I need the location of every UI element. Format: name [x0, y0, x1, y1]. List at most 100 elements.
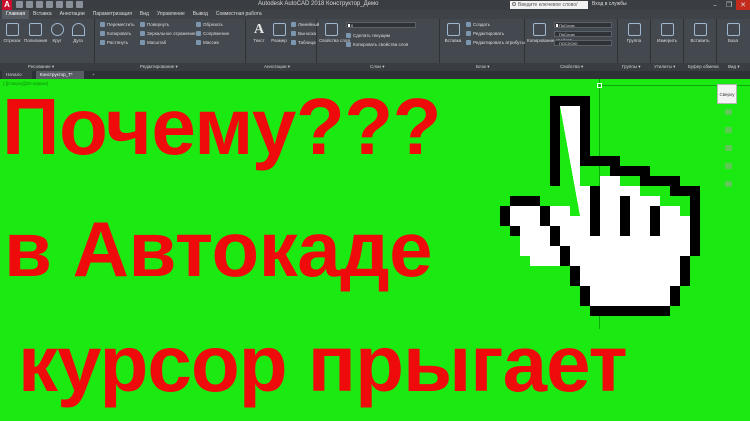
stretch-button[interactable]: Растянуть: [100, 39, 128, 46]
properties-panel-title[interactable]: Свойства ▾: [560, 63, 583, 71]
rotate-icon: [140, 22, 145, 27]
tab-home[interactable]: Главная: [2, 10, 30, 19]
undo-icon[interactable]: [66, 1, 73, 8]
move-icon: [100, 22, 105, 27]
view-panel-title[interactable]: Вид ▾: [728, 63, 740, 71]
measure-button[interactable]: Измерить: [656, 23, 678, 43]
measure-icon: [660, 23, 674, 36]
make-current-icon: [346, 33, 351, 38]
insert-block-icon: [446, 23, 460, 36]
tab-annotate[interactable]: Аннотации: [56, 10, 89, 19]
view-panel: База: [718, 19, 750, 63]
headline-line-3: курсор прыгает: [18, 319, 628, 408]
headline-line-2: в Автокаде: [4, 205, 433, 293]
tab-parametric[interactable]: Параметризация: [89, 10, 136, 19]
make-current-button[interactable]: Сделать текущим: [346, 32, 390, 39]
app-menu-button[interactable]: A: [2, 0, 12, 10]
layers-panel-title[interactable]: Слои ▾: [370, 63, 384, 71]
groups-panel-title[interactable]: Группы ▾: [622, 63, 641, 71]
ribbon-tabs: Главная Вставка Аннотации Параметризация…: [0, 10, 750, 19]
headline-line-1: Почему???: [2, 82, 441, 171]
base-view-button[interactable]: База: [722, 23, 744, 43]
edit-block-button[interactable]: Редактировать: [466, 30, 504, 37]
layer-dropdown[interactable]: 0: [346, 22, 416, 28]
search-input[interactable]: Введите ключевое слово/фразу: [510, 1, 588, 16]
trim-button[interactable]: Обрезать: [196, 21, 223, 28]
base-view-icon: [726, 23, 740, 36]
minimize-icon[interactable]: –: [708, 0, 722, 10]
paste-button[interactable]: Вставить: [689, 23, 711, 43]
draw-panel-title[interactable]: Рисование ▾: [28, 63, 54, 71]
mirror-button[interactable]: Зеркальное отражение: [140, 30, 196, 37]
redo-icon[interactable]: [76, 1, 83, 8]
fillet-button[interactable]: Сопряжение: [196, 30, 229, 37]
new-icon[interactable]: [16, 1, 23, 8]
dimension-button[interactable]: Размер: [268, 23, 290, 43]
polyline-button[interactable]: Полилиния: [24, 23, 47, 43]
table-button[interactable]: Таблица: [291, 39, 316, 46]
tab-output[interactable]: Вывод: [189, 10, 212, 19]
new-tab-button[interactable]: +: [88, 71, 99, 79]
paste-icon: [693, 23, 707, 36]
annotation-panel-title[interactable]: Аннотации ▾: [264, 63, 290, 71]
create-block-button[interactable]: Создать: [466, 21, 490, 28]
insert-block-button[interactable]: Вставка: [442, 23, 464, 43]
tab-view[interactable]: Вид: [136, 10, 153, 19]
match-properties-button[interactable]: Копирование свойств: [527, 23, 572, 43]
tab-insert[interactable]: Вставка: [29, 10, 56, 19]
plot-icon[interactable]: [56, 1, 63, 8]
text-button[interactable]: A Текст: [248, 22, 270, 44]
group-icon: [627, 23, 641, 36]
save-icon[interactable]: [36, 1, 43, 8]
ribbon: Отрезок Полилиния Круг Дуга Переместить …: [0, 19, 750, 63]
match-layer-icon: [346, 42, 351, 47]
saveas-icon[interactable]: [46, 1, 53, 8]
linear-dim-icon: [291, 22, 296, 27]
title-bar: A Autodesk AutoCAD 2018 Конструктор_Демо…: [0, 0, 750, 16]
create-block-icon: [466, 22, 471, 27]
group-button[interactable]: Группа: [623, 23, 645, 43]
utilities-panel-title[interactable]: Утилиты ▾: [654, 63, 675, 71]
linear-button[interactable]: Линейный: [291, 21, 319, 28]
linetype-dropdown[interactable]: ПОСЛОЮ: [554, 40, 612, 46]
clipboard-panel: Вставить: [685, 19, 717, 63]
fillet-icon: [196, 31, 201, 36]
orbit-icon[interactable]: [725, 163, 732, 169]
restore-icon[interactable]: ❐: [722, 0, 736, 10]
arc-button[interactable]: Дуга: [67, 23, 89, 43]
sign-in-link[interactable]: Вход в службы: [592, 1, 627, 7]
viewcube[interactable]: Сверху: [717, 84, 737, 104]
leader-button[interactable]: Выноска: [291, 30, 316, 37]
line-icon: [5, 23, 19, 36]
text-icon: A: [253, 22, 265, 37]
tab-collaborate[interactable]: Совместная работа: [212, 10, 266, 19]
open-icon[interactable]: [26, 1, 33, 8]
pan-icon[interactable]: [725, 127, 732, 133]
clipboard-panel-title[interactable]: Буфер обмена: [688, 63, 719, 71]
lineweight-dropdown[interactable]: ПоСлою: [554, 31, 612, 37]
layer-properties-button[interactable]: Свойства слоя: [319, 23, 350, 43]
scale-icon: [140, 40, 145, 45]
match-layer-button[interactable]: Копировать свойства слоя: [346, 41, 408, 48]
modify-panel-title[interactable]: Редактирование ▾: [140, 63, 178, 71]
quick-access-toolbar: [16, 1, 83, 8]
color-dropdown[interactable]: ПоСлою: [554, 22, 612, 28]
copy-button[interactable]: Копировать: [100, 30, 131, 37]
line-button[interactable]: Отрезок: [1, 23, 23, 43]
zoom-icon[interactable]: [725, 145, 732, 151]
rotate-button[interactable]: Повернуть: [140, 21, 169, 28]
file-tab-start[interactable]: Начало: [2, 71, 32, 79]
block-panel-title[interactable]: Блок ▾: [476, 63, 490, 71]
file-tab-drawing[interactable]: Конструктор_Т*: [36, 71, 84, 79]
steering-wheel-icon[interactable]: [725, 109, 732, 115]
array-button[interactable]: Массив: [196, 39, 219, 46]
circle-button[interactable]: Круг: [46, 23, 68, 43]
edit-attributes-button[interactable]: Редактировать атрибуты: [466, 39, 525, 46]
move-button[interactable]: Переместить: [100, 21, 135, 28]
color-swatch: [556, 24, 558, 27]
scale-button[interactable]: Масштаб: [140, 39, 166, 46]
trim-icon: [196, 22, 201, 27]
tab-manage[interactable]: Управление: [153, 10, 189, 19]
showmotion-icon[interactable]: [725, 181, 732, 187]
close-icon[interactable]: ✕: [736, 0, 750, 10]
